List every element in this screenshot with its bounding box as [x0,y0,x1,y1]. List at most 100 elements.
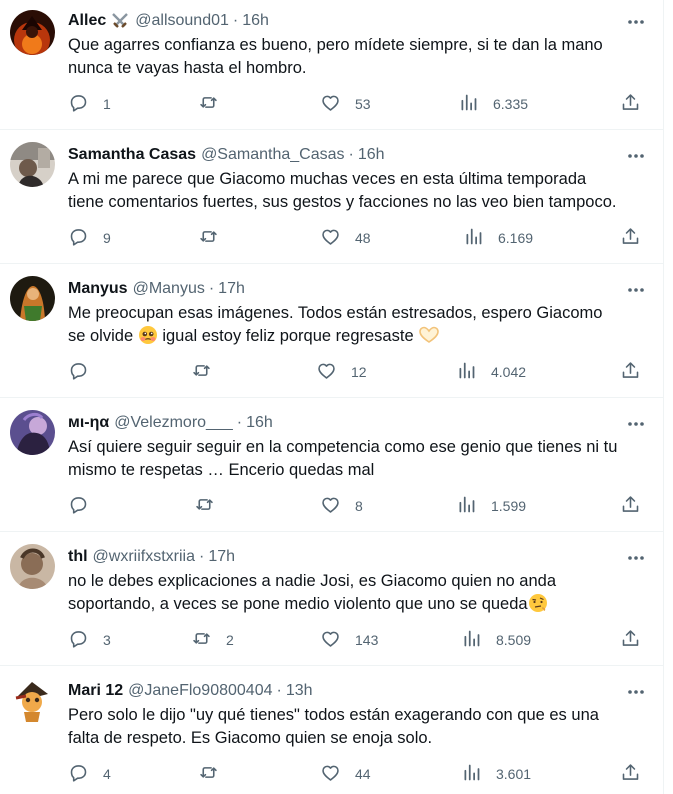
like-count: 12 [351,364,367,380]
avatar[interactable] [10,142,55,187]
timestamp[interactable]: 16h [358,146,385,164]
retweet-button[interactable] [198,226,233,250]
tweet-header: Samantha Casas @Samantha_Casas · 16h [68,144,623,166]
reply-icon [68,92,89,116]
more-icon[interactable] [623,280,649,300]
user-handle[interactable]: @Manyus [133,280,205,298]
retweet-icon [198,92,219,116]
like-button[interactable]: 8 [320,494,363,518]
display-name[interactable]: Mari 12 [68,682,123,700]
retweet-button[interactable] [198,762,233,786]
retweet-button[interactable] [194,494,229,518]
user-handle[interactable]: @Samantha_Casas [201,146,344,164]
reply-button[interactable]: 4 [68,762,111,786]
share-button[interactable] [620,92,641,116]
reply-button[interactable]: 9 [68,226,111,250]
timestamp[interactable]: 16h [246,414,273,432]
reply-button[interactable]: 3 [68,628,111,652]
like-icon [320,92,341,116]
share-button[interactable] [620,360,641,384]
more-icon[interactable] [623,12,649,32]
reply-icon [68,226,89,250]
views-icon [458,92,479,116]
views-count: 1.599 [491,498,527,514]
like-count: 8 [355,498,363,514]
tweet[interactable]: Mari 12 @JaneFlo90800404 · 13h Pero solo… [0,666,663,794]
tweet[interactable]: Samantha Casas @Samantha_Casas · 16h A m… [0,130,663,264]
like-button[interactable]: 48 [320,226,371,250]
views-button[interactable]: 6.335 [458,92,528,116]
avatar[interactable] [10,544,55,589]
display-name[interactable]: Samantha Casas [68,146,196,164]
like-count: 53 [355,96,371,112]
views-button[interactable]: 4.042 [456,360,526,384]
tweet-header: thl @wxriifxstxriia · 17h [68,546,623,568]
tweet[interactable]: Allec @allsound01 · 16h Que agarres conf… [0,0,663,130]
share-button[interactable] [620,494,641,518]
face-with-raised-eyebrow-icon [528,593,548,613]
tweet-text-line: mismo te respetas … Encerio quedas mal [68,461,375,479]
like-button[interactable]: 44 [320,762,371,786]
action-bar: 9 48 6.169 [58,226,655,250]
user-handle[interactable]: @allsound01 [135,12,229,30]
like-button[interactable]: 12 [316,360,367,384]
avatar[interactable] [10,276,55,321]
heart-hands-icon [418,325,440,345]
avatar[interactable] [10,678,55,723]
views-button[interactable]: 8.509 [461,628,531,652]
views-button[interactable]: 3.601 [461,762,531,786]
share-icon [620,360,641,384]
share-button[interactable] [620,226,641,250]
reply-icon [68,494,89,518]
share-button[interactable] [620,762,641,786]
retweet-button[interactable] [198,92,233,116]
like-button[interactable]: 53 [320,92,371,116]
views-button[interactable]: 1.599 [456,494,526,518]
like-button[interactable]: 143 [320,628,378,652]
share-icon [620,628,641,652]
user-handle[interactable]: @Velezmoro___ [114,414,233,432]
pleading-face-icon [138,325,158,345]
retweet-count: 2 [226,632,234,648]
retweet-button[interactable]: 2 [191,628,234,652]
tweet-text-line: se olvide igual estoy feliz porque regre… [68,325,653,348]
tweet-text-segment: soportando, a veces se pone medio violen… [68,595,528,613]
separator: · [199,548,205,565]
views-icon [461,762,482,786]
user-handle[interactable]: @JaneFlo90800404 [128,682,272,700]
like-icon [320,494,341,518]
avatar[interactable] [10,10,55,55]
timestamp[interactable]: 16h [242,12,269,30]
separator: · [236,414,243,431]
reply-icon [68,628,89,652]
views-button[interactable]: 6.169 [463,226,533,250]
user-handle[interactable]: @wxriifxstxriia [93,548,195,566]
reply-button[interactable]: 1 [68,92,111,116]
display-name[interactable]: Allec [68,12,106,30]
share-button[interactable] [620,628,641,652]
display-name[interactable]: Manyus [68,280,128,298]
tweet-text: Pero solo le dijo "uy qué tienes" todos … [68,704,653,750]
more-icon[interactable] [623,414,649,434]
display-name[interactable]: thl [68,548,88,566]
retweet-button[interactable] [191,360,226,384]
tweet[interactable]: thl @wxriifxstxriia · 17h no le debes ex… [0,532,663,666]
timestamp[interactable]: 17h [208,548,235,566]
tweet[interactable]: мι-ηα @Velezmoro___ · 16h Así quiere seg… [0,398,663,532]
action-bar: 4 44 3.601 [58,762,655,786]
action-bar: 8 1.599 [58,494,655,518]
tweet-header: Allec @allsound01 · 16h [68,10,623,32]
more-icon[interactable] [623,146,649,166]
tweet[interactable]: Manyus @Manyus · 17h Me preocupan esas i… [0,264,663,398]
timestamp[interactable]: 13h [286,682,313,700]
tweet-text: Así quiere seguir seguir en la competenc… [68,436,653,482]
like-icon [316,360,337,384]
reply-button[interactable] [68,360,103,384]
tweet-text-line: soportando, a veces se pone medio violen… [68,593,653,616]
more-icon[interactable] [623,548,649,568]
display-name[interactable]: мι-ηα [68,414,109,432]
reply-button[interactable] [68,494,103,518]
avatar[interactable] [10,410,55,455]
more-icon[interactable] [623,682,649,702]
timestamp[interactable]: 17h [218,280,245,298]
